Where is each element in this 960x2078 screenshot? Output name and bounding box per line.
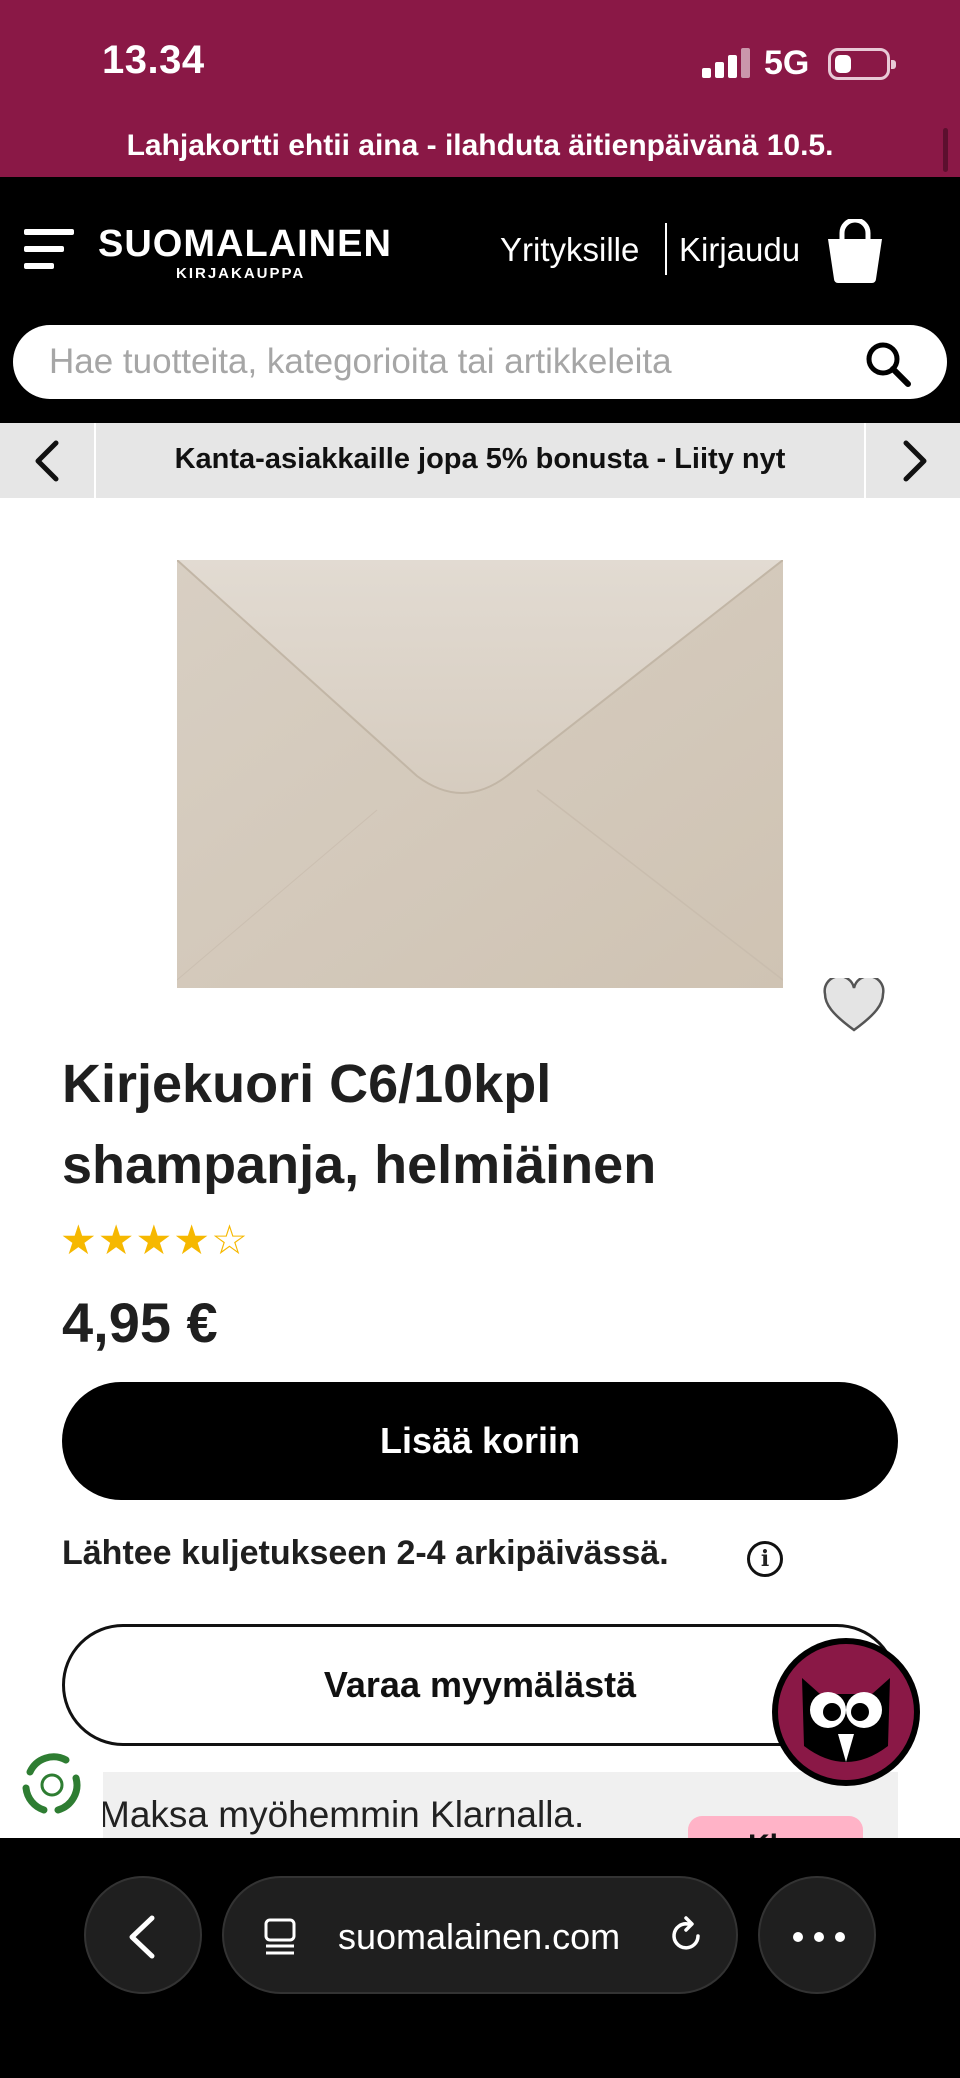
promo-banner[interactable]: Lahjakortti ehtii aina - ilahduta äitien… xyxy=(0,120,960,177)
product-title-line1: Kirjekuori C6/10kpl xyxy=(62,1054,552,1114)
bonus-carousel: Kanta-asiakkaille jopa 5% bonusta - Liit… xyxy=(0,423,960,498)
site-header: SUOMALAINEN KIRJAKAUPPA Yrityksille Kirj… xyxy=(0,177,960,423)
star-filled-icon: ★ xyxy=(135,1217,174,1263)
favorite-heart-icon[interactable] xyxy=(822,978,886,1034)
scroll-indicator xyxy=(943,128,948,172)
status-time: 13.34 xyxy=(102,38,205,82)
browser-toolbar: suomalainen.com xyxy=(0,1838,960,2078)
reload-icon[interactable] xyxy=(664,1914,708,1958)
search-icon[interactable] xyxy=(865,341,911,387)
logo-subtitle: KIRJAKAUPPA xyxy=(176,265,306,282)
klarna-text: Maksa myöhemmin Klarnalla. xyxy=(103,1794,585,1835)
chevron-left-icon xyxy=(129,1915,155,1959)
signal-icon xyxy=(702,48,750,78)
search-bar[interactable] xyxy=(13,325,947,399)
add-to-cart-button[interactable]: Lisää koriin xyxy=(62,1382,898,1500)
klarna-badge: Kl... xyxy=(688,1816,863,1838)
star-empty-icon: ☆ xyxy=(211,1217,249,1263)
product-title-line2: shampanja, helmiäinen xyxy=(62,1135,657,1195)
delivery-info: Lähtee kuljetukseen 2-4 arkipäivässä. xyxy=(62,1534,669,1572)
battery-icon xyxy=(828,48,896,80)
login-link[interactable]: Kirjaudu xyxy=(679,231,800,269)
logo[interactable]: SUOMALAINEN xyxy=(98,223,392,266)
star-filled-icon: ★ xyxy=(173,1217,212,1263)
star-filled-icon: ★ xyxy=(97,1217,136,1263)
chevron-right-icon xyxy=(903,440,927,482)
business-link[interactable]: Yrityksille xyxy=(500,231,639,269)
rating-stars[interactable]: ★★★★☆ xyxy=(60,1216,249,1264)
status-bar: 13.34 5G xyxy=(0,0,960,120)
owl-mascot-icon xyxy=(774,1640,918,1784)
address-bar[interactable]: suomalainen.com xyxy=(222,1876,738,1994)
eco-recycle-icon[interactable] xyxy=(16,1748,88,1820)
search-input[interactable] xyxy=(49,335,829,389)
browser-more-button[interactable] xyxy=(758,1876,876,1994)
product-price: 4,95 € xyxy=(62,1291,218,1354)
hamburger-menu-icon[interactable] xyxy=(24,229,76,271)
chat-owl-button[interactable] xyxy=(772,1638,920,1786)
more-dots-icon xyxy=(793,1932,845,1942)
header-divider xyxy=(665,223,667,275)
star-filled-icon: ★ xyxy=(60,1217,98,1263)
url-text: suomalainen.com xyxy=(338,1916,621,1957)
network-label: 5G xyxy=(764,44,810,82)
info-icon[interactable]: i xyxy=(747,1541,783,1577)
carousel-next-button[interactable] xyxy=(864,423,960,498)
product-title: Kirjekuori C6/10kpl shampanja, helmiäine… xyxy=(62,1044,882,1206)
bonus-text[interactable]: Kanta-asiakkaille jopa 5% bonusta - Liit… xyxy=(98,423,862,498)
shopping-bag-icon[interactable] xyxy=(824,219,886,283)
browser-back-button[interactable] xyxy=(84,1876,202,1994)
product-image[interactable] xyxy=(177,560,783,988)
chevron-left-icon xyxy=(35,440,59,482)
carousel-prev-button[interactable] xyxy=(0,423,96,498)
tab-overview-icon xyxy=(264,1918,296,1955)
